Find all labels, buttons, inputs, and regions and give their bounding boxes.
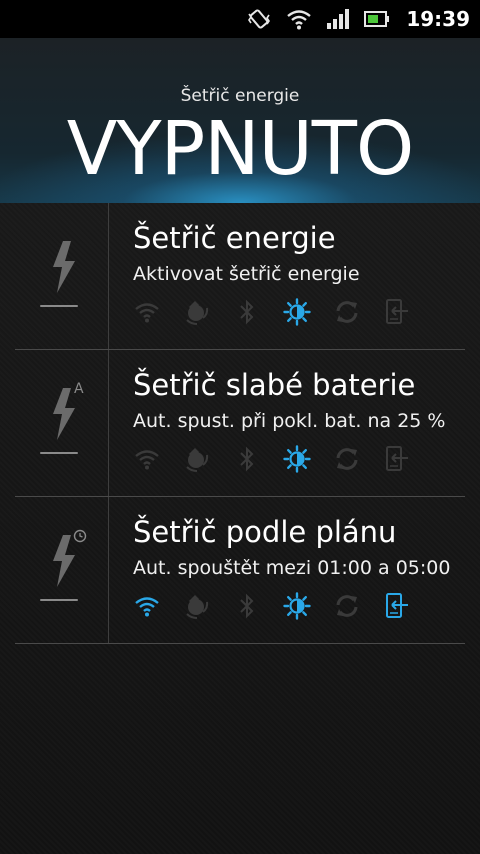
lightning-icon xyxy=(37,241,91,309)
clock-icon xyxy=(73,529,87,543)
signal-icon xyxy=(326,6,350,32)
mode-item-power-saver[interactable]: Šetřič energie Aktivovat šetřič energie xyxy=(15,203,465,350)
wifi-icon xyxy=(133,298,161,326)
mode-title: Šetřič slabé baterie xyxy=(133,368,416,402)
battery-icon xyxy=(364,6,390,32)
divider xyxy=(108,350,109,497)
sync-icon xyxy=(333,592,361,620)
sync-icon xyxy=(333,298,361,326)
auto-badge: A xyxy=(74,381,84,397)
status-clock: 19:39 xyxy=(406,7,470,31)
brightness-icon xyxy=(283,592,311,620)
lightning-auto-icon: A xyxy=(37,381,91,456)
screen-timeout-icon xyxy=(383,298,411,326)
data-sync-icon xyxy=(183,592,211,620)
divider xyxy=(108,497,109,644)
sync-icon xyxy=(333,445,361,473)
bluetooth-icon xyxy=(233,445,261,473)
bluetooth-icon xyxy=(233,298,261,326)
mode-description: Aut. spust. při pokl. bat. na 25 % xyxy=(133,410,446,432)
divider xyxy=(108,203,109,350)
lightning-clock-icon xyxy=(37,529,91,603)
screen-timeout-icon xyxy=(383,592,411,620)
status-bar: 19:39 xyxy=(0,0,480,38)
mode-title: Šetřič energie xyxy=(133,221,336,255)
vibrate-icon xyxy=(246,6,272,32)
power-saver-header: Šetřič energie VYPNUTO xyxy=(0,38,480,203)
mode-item-low-battery-saver[interactable]: A Šetřič slabé baterie Aut. spust. při p… xyxy=(15,350,465,497)
divider xyxy=(40,452,78,454)
brightness-icon xyxy=(283,445,311,473)
wifi-icon xyxy=(133,445,161,473)
data-sync-icon xyxy=(183,298,211,326)
wifi-icon xyxy=(133,592,161,620)
divider xyxy=(40,599,78,601)
power-saver-state: VYPNUTO xyxy=(66,106,414,192)
data-sync-icon xyxy=(183,445,211,473)
mode-description: Aut. spouštět mezi 01:00 a 05:00 xyxy=(133,557,451,579)
wifi-icon xyxy=(286,6,312,32)
divider xyxy=(15,643,465,644)
divider xyxy=(40,305,78,307)
header-subtitle: Šetřič energie xyxy=(180,86,300,106)
feature-icons xyxy=(133,443,433,475)
mode-description: Aktivovat šetřič energie xyxy=(133,263,360,285)
mode-title: Šetřič podle plánu xyxy=(133,515,397,549)
mode-item-scheduled-saver[interactable]: Šetřič podle plánu Aut. spouštět mezi 01… xyxy=(15,497,465,644)
feature-icons xyxy=(133,296,433,328)
mode-list: Šetřič energie Aktivovat šetřič energie … xyxy=(0,203,480,854)
feature-icons xyxy=(133,590,433,622)
brightness-icon xyxy=(283,298,311,326)
screen-timeout-icon xyxy=(383,445,411,473)
bluetooth-icon xyxy=(233,592,261,620)
